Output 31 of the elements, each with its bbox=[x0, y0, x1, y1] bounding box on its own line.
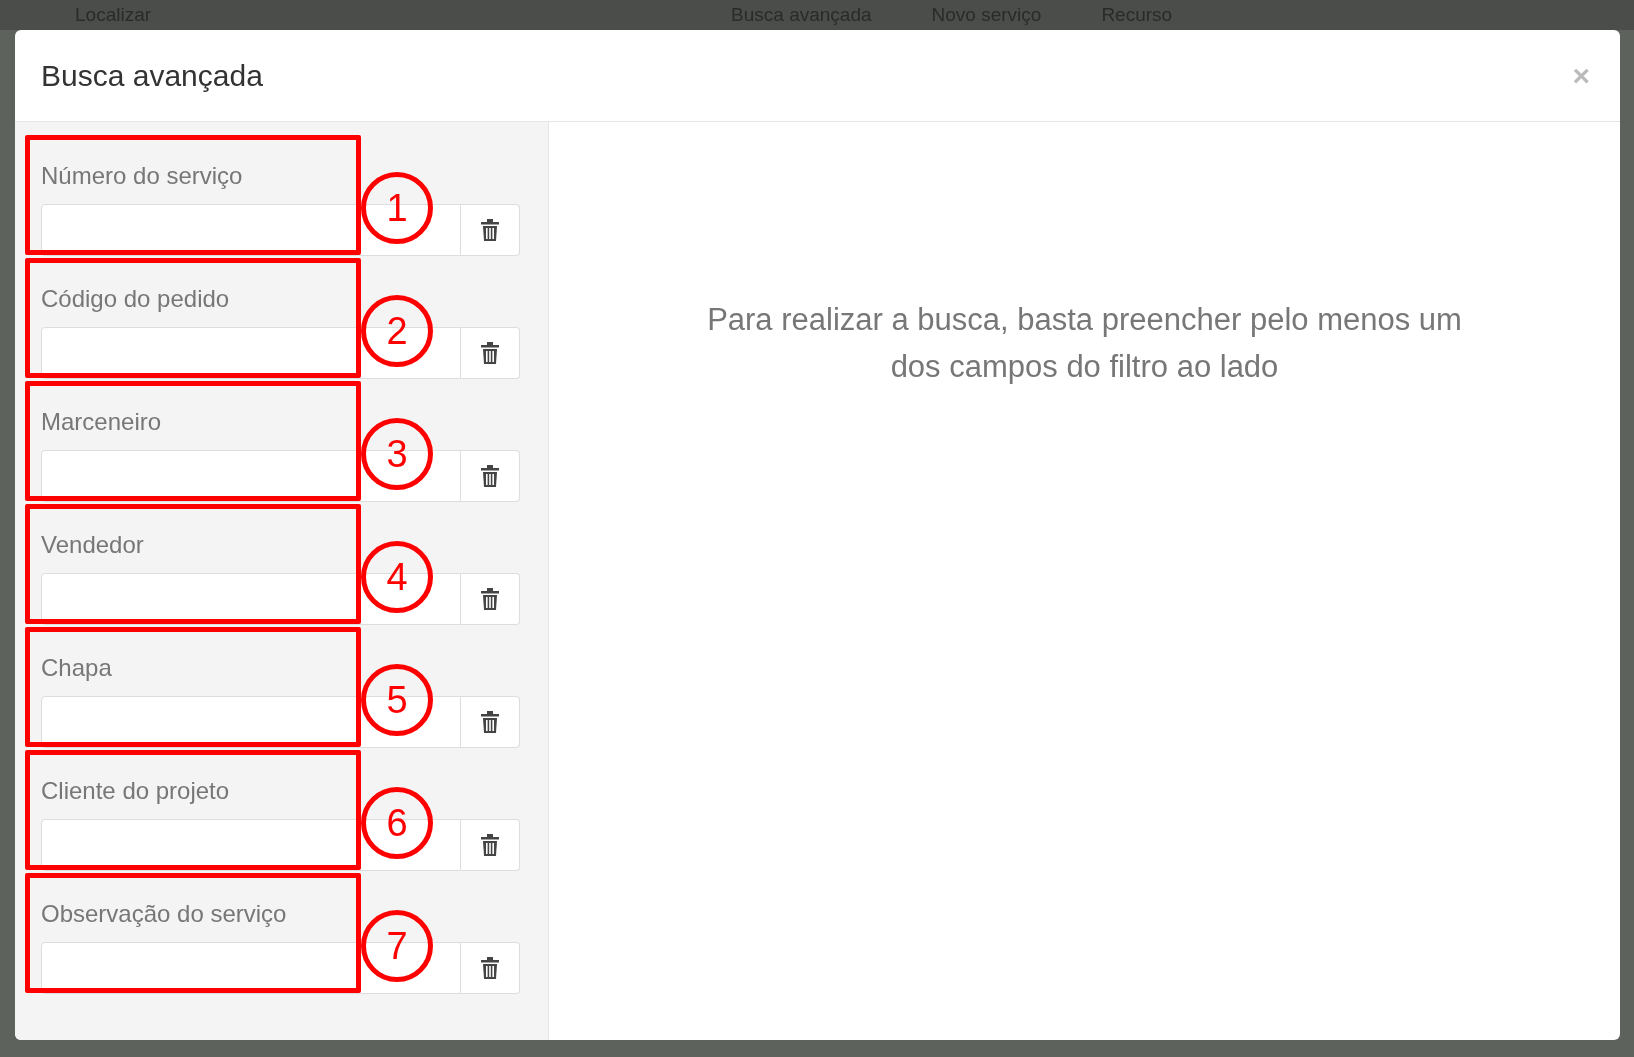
field-label: Vendedor bbox=[41, 530, 145, 560]
hint-message: Para realizar a busca, basta preencher pelo menos um dos campos do filtro ao lado bbox=[706, 301, 1463, 386]
annotation-number: 1 bbox=[361, 172, 433, 244]
field-label: Observação do serviço bbox=[41, 899, 288, 929]
field-label: Chapa bbox=[41, 653, 113, 683]
trash-icon bbox=[481, 342, 499, 364]
annotation-number: 5 bbox=[361, 664, 433, 736]
clear-button[interactable] bbox=[461, 696, 520, 748]
annotation-number: 7 bbox=[361, 910, 433, 982]
trash-icon bbox=[481, 834, 499, 856]
annotation-number: 4 bbox=[361, 541, 433, 613]
field-label: Cliente do projeto bbox=[41, 776, 231, 806]
clear-button[interactable] bbox=[461, 327, 520, 379]
field-label: Código do pedido bbox=[41, 284, 231, 314]
annotation-number: 3 bbox=[361, 418, 433, 490]
trash-icon bbox=[481, 219, 499, 241]
clear-button[interactable] bbox=[461, 204, 520, 256]
modal-title: Busca avançada bbox=[41, 57, 263, 94]
trash-icon bbox=[481, 711, 499, 733]
clear-button[interactable] bbox=[461, 942, 520, 994]
close-button[interactable]: × bbox=[1568, 60, 1594, 91]
field-label: Marceneiro bbox=[41, 407, 163, 437]
field-label: Número do serviço bbox=[41, 161, 244, 191]
trash-icon bbox=[481, 957, 499, 979]
clear-button[interactable] bbox=[461, 819, 520, 871]
clear-button[interactable] bbox=[461, 573, 520, 625]
clear-button[interactable] bbox=[461, 450, 520, 502]
trash-icon bbox=[481, 588, 499, 610]
trash-icon bbox=[481, 465, 499, 487]
annotation-number: 2 bbox=[361, 295, 433, 367]
annotation-number: 6 bbox=[361, 787, 433, 859]
